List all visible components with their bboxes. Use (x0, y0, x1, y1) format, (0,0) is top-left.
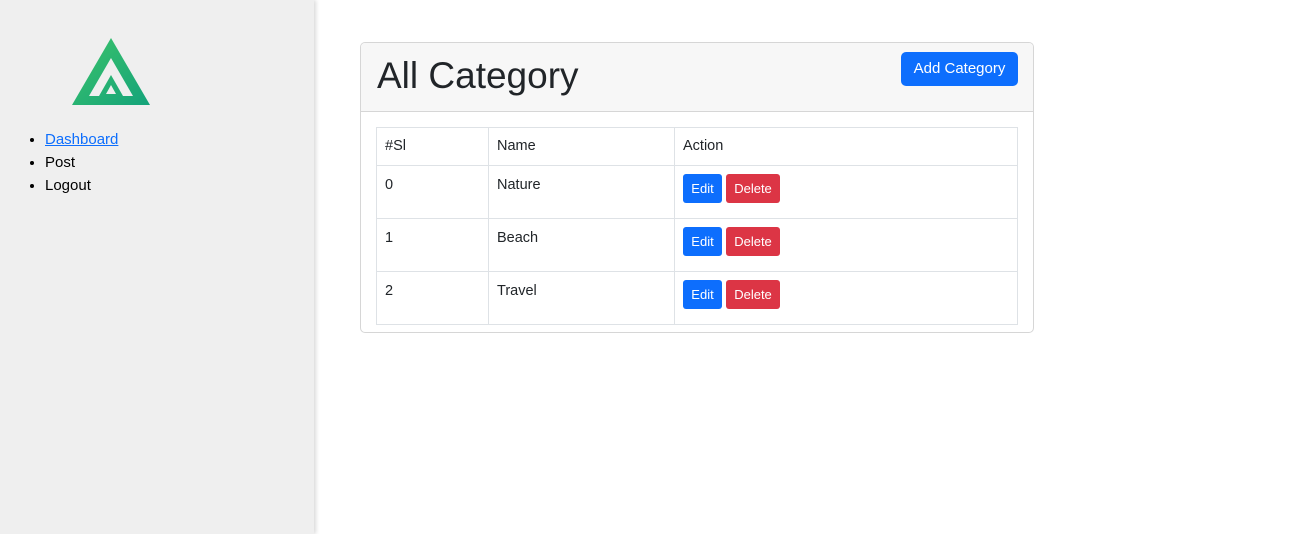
sl-value: 1 (385, 230, 394, 246)
cell-actions: Edit Delete (674, 271, 1018, 325)
edit-button[interactable]: Edit (683, 227, 722, 256)
sidebar-item-post[interactable]: Post (45, 151, 118, 174)
edit-button[interactable]: Edit (683, 280, 722, 309)
table-header-row: #Sl Name Action (376, 127, 1018, 166)
cell-name: Nature (488, 165, 675, 219)
table-row: 0 Nature Edit Delete (376, 165, 1018, 219)
cell-sl: 0 (376, 165, 489, 219)
category-card: All Category Add Category #Sl Name Actio… (360, 42, 1034, 333)
page-title: All Category (377, 55, 579, 96)
category-name: Nature (497, 177, 541, 193)
card-header: All Category Add Category (361, 43, 1033, 112)
column-header-sl: #Sl (376, 127, 489, 166)
sidebar-item-dashboard[interactable]: Dashboard (45, 128, 118, 151)
sidebar-item-logout[interactable]: Logout (45, 174, 118, 197)
category-name: Travel (497, 283, 537, 299)
post-link[interactable]: Post (45, 154, 75, 171)
category-table: #Sl Name Action 0 Nature Edit Delete 1 Be… (376, 127, 1018, 325)
cell-sl: 2 (376, 271, 489, 325)
table-row: 2 Travel Edit Delete (376, 271, 1018, 325)
cell-actions: Edit Delete (674, 165, 1018, 219)
cell-actions: Edit Delete (674, 218, 1018, 272)
sl-value: 2 (385, 283, 394, 299)
cell-sl: 1 (376, 218, 489, 272)
delete-button[interactable]: Delete (726, 280, 780, 309)
column-header-action: Action (674, 127, 1018, 166)
sidebar-nav: Dashboard Post Logout (0, 128, 118, 197)
dashboard-link[interactable]: Dashboard (45, 131, 118, 148)
table-row: 1 Beach Edit Delete (376, 218, 1018, 272)
delete-button[interactable]: Delete (726, 227, 780, 256)
category-name: Beach (497, 230, 539, 246)
sidebar: Dashboard Post Logout (0, 0, 314, 534)
logout-link[interactable]: Logout (45, 177, 91, 194)
edit-button[interactable]: Edit (683, 174, 722, 203)
column-header-name: Name (488, 127, 675, 166)
sl-value: 0 (385, 177, 394, 193)
triangle-logo-icon[interactable] (72, 38, 150, 105)
delete-button[interactable]: Delete (726, 174, 780, 203)
cell-name: Travel (488, 271, 675, 325)
add-category-button[interactable]: Add Category (901, 52, 1018, 86)
cell-name: Beach (488, 218, 675, 272)
